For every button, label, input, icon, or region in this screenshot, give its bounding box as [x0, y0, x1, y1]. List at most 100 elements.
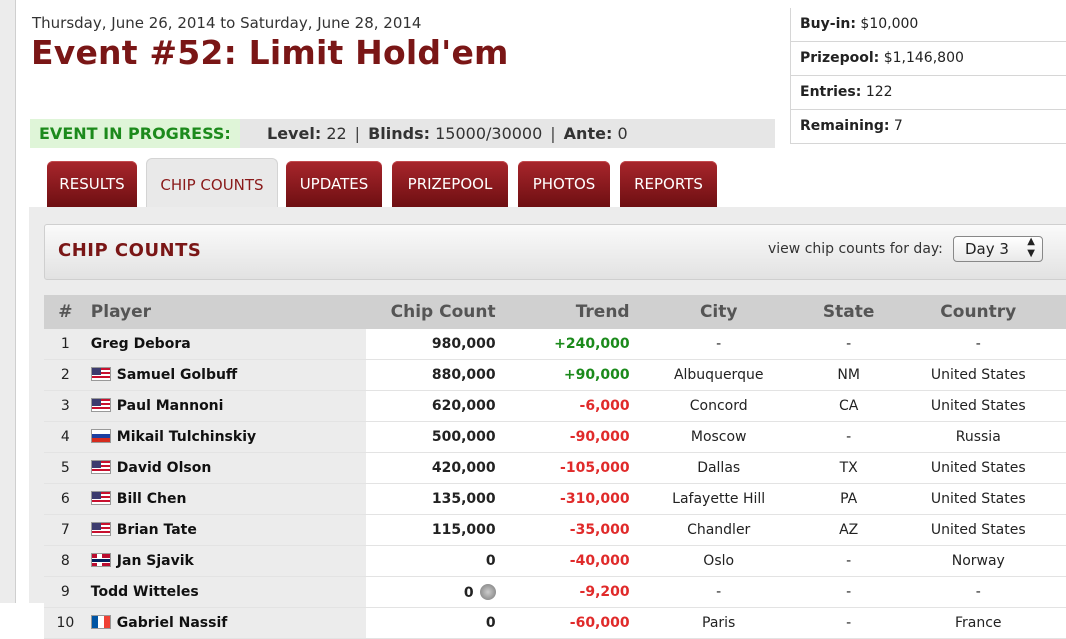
country-cell: United States — [890, 359, 1066, 391]
country-cell: United States — [890, 514, 1066, 546]
player-name-link[interactable]: Gabriel Nassif — [117, 615, 228, 631]
flag-us-icon — [90, 398, 111, 412]
entries-value: 122 — [865, 84, 893, 100]
entries-row: Entries: 122 — [791, 76, 1066, 110]
flag-no-icon — [90, 553, 111, 567]
country-cell: Norway — [890, 545, 1066, 577]
trend-cell: +90,000 — [495, 359, 631, 391]
state-cell: PA — [806, 483, 891, 515]
city-cell: Concord — [630, 390, 807, 422]
player-name-link[interactable]: Samuel Golbuff — [117, 367, 238, 383]
player-name-link[interactable]: David Olson — [117, 460, 212, 476]
trend-cell: -105,000 — [495, 452, 631, 484]
blinds-label: Blinds: — [368, 124, 430, 143]
column-header-rank[interactable]: # — [44, 295, 87, 329]
player-cell: Bill Chen — [86, 483, 366, 515]
chip-count-value: 0 — [463, 584, 474, 601]
column-header-country[interactable]: Country — [890, 295, 1066, 329]
city-cell: Oslo — [630, 545, 807, 577]
state-cell: - — [806, 329, 891, 360]
player-name-link[interactable]: Greg Debora — [91, 336, 191, 352]
left-rail — [0, 0, 16, 603]
entries-label: Entries: — [800, 84, 862, 100]
rank-cell: 6 — [44, 483, 87, 515]
tab-reports[interactable]: REPORTS — [620, 161, 717, 207]
column-header-city[interactable]: City — [630, 295, 807, 329]
country-cell: United States — [890, 452, 1066, 484]
player-cell: Jan Sjavik — [86, 545, 366, 577]
chip-counts-body: 1 Greg Debora 980,000 +240,000- - -2 Samuel Go… — [44, 329, 1066, 639]
tab-results[interactable]: RESULTS — [47, 161, 137, 207]
rank-cell: 8 — [44, 545, 87, 577]
day-select[interactable]: Day 3 ▲ ▼ — [953, 236, 1043, 262]
chip-count-value: 0 — [485, 615, 496, 631]
chip-count-value: 500,000 — [431, 429, 496, 445]
flag-us-icon — [90, 367, 111, 381]
column-header-state[interactable]: State — [806, 295, 891, 329]
chip-count-value: 620,000 — [431, 398, 496, 414]
trend-cell: -310,000 — [495, 483, 631, 515]
chip-status-icon[interactable] — [479, 583, 496, 600]
table-row: 1 Greg Debora 980,000 +240,000- - - — [44, 329, 1066, 360]
player-name-link[interactable]: Brian Tate — [117, 522, 197, 538]
chip-count-cell: 620,000 — [365, 390, 496, 422]
state-cell: NM — [806, 359, 891, 391]
flag-ru-icon — [90, 429, 111, 443]
event-in-progress-label: EVENT IN PROGRESS: — [30, 119, 240, 148]
remaining-value: 7 — [893, 118, 903, 134]
table-row: 2 Samuel Golbuff 880,000 +90,000 Albuquerque… — [44, 359, 1066, 391]
event-date-range: Thursday, June 26, 2014 to Saturday, Jun… — [32, 14, 422, 32]
player-name-link[interactable]: Bill Chen — [117, 491, 187, 507]
rank-cell: 4 — [44, 421, 87, 453]
player-cell: Greg Debora — [86, 329, 366, 360]
player-cell: Samuel Golbuff — [86, 359, 366, 391]
rank-cell: 1 — [44, 329, 87, 360]
state-cell: - — [806, 607, 891, 639]
buyin-value: $10,000 — [860, 16, 919, 32]
player-name-link[interactable]: Todd Witteles — [91, 584, 199, 600]
buyin-label: Buy-in: — [800, 16, 856, 32]
player-name-link[interactable]: Jan Sjavik — [117, 553, 194, 569]
chip-count-value: 115,000 — [431, 522, 496, 538]
chip-count-cell: 880,000 — [365, 359, 496, 391]
chip-count-cell: 420,000 — [365, 452, 496, 484]
blinds-value: 15000/30000 — [435, 124, 543, 143]
tab-updates[interactable]: UPDATES — [286, 161, 382, 207]
player-name-link[interactable]: Mikail Tulchinskiy — [117, 429, 256, 445]
tab-prizepool[interactable]: PRIZEPOOL — [392, 161, 508, 207]
city-cell: - — [630, 329, 807, 360]
city-cell: Lafayette Hill — [630, 483, 807, 515]
table-row: 6 Bill Chen 135,000 -310,000 Lafayette Hill P… — [44, 483, 1066, 515]
tab-chip-counts[interactable]: CHIP COUNTS — [146, 158, 278, 209]
table-row: 8 Jan Sjavik 0 -40,000 Oslo - Norway — [44, 545, 1066, 577]
column-header-player[interactable]: Player — [86, 295, 366, 329]
chip-count-cell: 0 — [365, 607, 496, 639]
up-down-arrows-icon: ▲ ▼ — [1027, 236, 1035, 259]
state-cell: TX — [806, 452, 891, 484]
remaining-label: Remaining: — [800, 118, 890, 134]
table-row: 10 Gabriel Nassif 0 -60,000 Paris - France — [44, 607, 1066, 639]
state-cell: CA — [806, 390, 891, 422]
column-header-chip-count[interactable]: Chip Count — [365, 295, 496, 329]
table-header-row: # Player Chip Count Trend City State Cou… — [44, 295, 1066, 329]
chip-counts-table: # Player Chip Count Trend City State Cou… — [44, 295, 1066, 639]
table-row: 4 Mikail Tulchinskiy 500,000 -90,000 Moscow -… — [44, 421, 1066, 453]
city-cell: Chandler — [630, 514, 807, 546]
prizepool-row: Prizepool: $1,146,800 — [791, 42, 1066, 76]
table-row: 5 David Olson 420,000 -105,000 Dallas TX Unite… — [44, 452, 1066, 484]
country-cell: United States — [890, 483, 1066, 515]
player-name-link[interactable]: Paul Mannoni — [117, 398, 224, 414]
city-cell: Albuquerque — [630, 359, 807, 391]
ante-value: 0 — [617, 124, 628, 143]
buyin-row: Buy-in: $10,000 — [791, 8, 1066, 42]
country-cell: France — [890, 607, 1066, 639]
level-value: 22 — [326, 124, 347, 143]
flag-us-icon — [90, 491, 111, 505]
player-cell: Paul Mannoni — [86, 390, 366, 422]
flag-us-icon — [90, 460, 111, 474]
city-cell: Dallas — [630, 452, 807, 484]
separator: | — [354, 124, 361, 143]
tab-photos[interactable]: PHOTOS — [518, 161, 610, 207]
state-cell: AZ — [806, 514, 891, 546]
column-header-trend[interactable]: Trend — [495, 295, 631, 329]
